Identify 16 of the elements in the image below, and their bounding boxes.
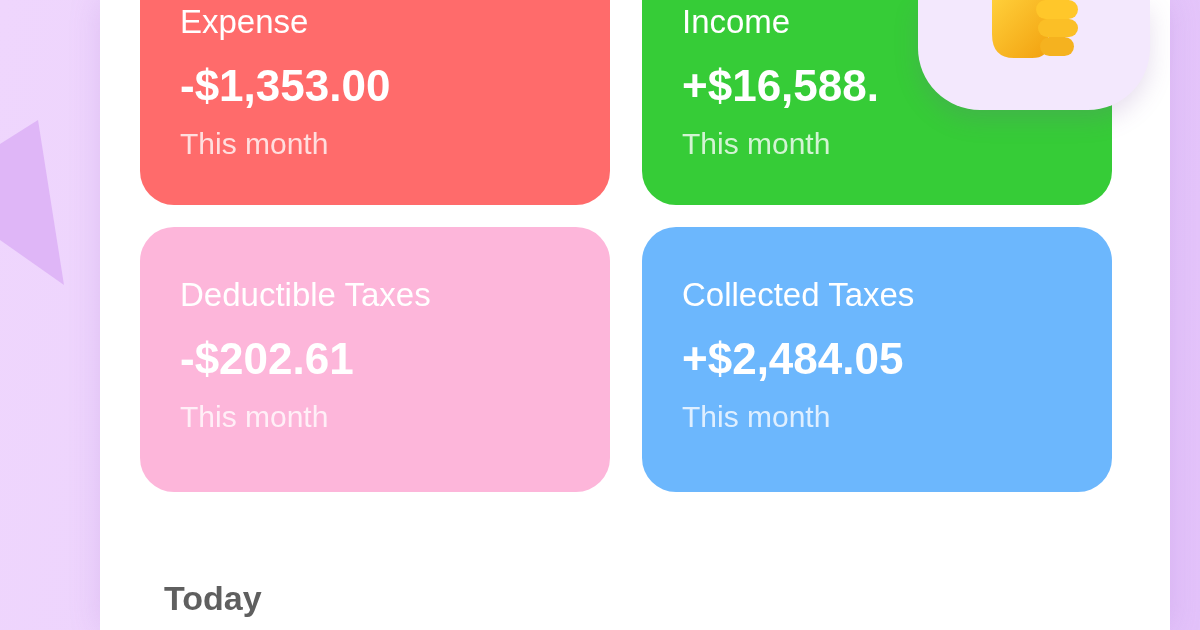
card-period: This month: [682, 399, 831, 435]
section-title: Today: [164, 578, 262, 618]
card-period: This month: [180, 126, 329, 162]
stat-card[interactable]: Expense -$1,353.00 This month: [140, 0, 610, 205]
card-amount: -$1,353.00: [180, 60, 391, 112]
card-period: This month: [180, 399, 329, 435]
card-amount: +$16,588.: [682, 60, 879, 112]
stat-card[interactable]: Collected Taxes +$2,484.05 This month: [642, 227, 1112, 492]
card-label: Deductible Taxes: [180, 275, 431, 315]
card-amount: -$202.61: [180, 333, 354, 385]
card-amount: +$2,484.05: [682, 333, 904, 385]
stat-card[interactable]: Deductible Taxes -$202.61 This month: [140, 227, 610, 492]
card-label: Collected Taxes: [682, 275, 915, 315]
card-label: Expense: [180, 2, 309, 42]
card-label: Income: [682, 2, 791, 42]
card-period: This month: [682, 126, 831, 162]
